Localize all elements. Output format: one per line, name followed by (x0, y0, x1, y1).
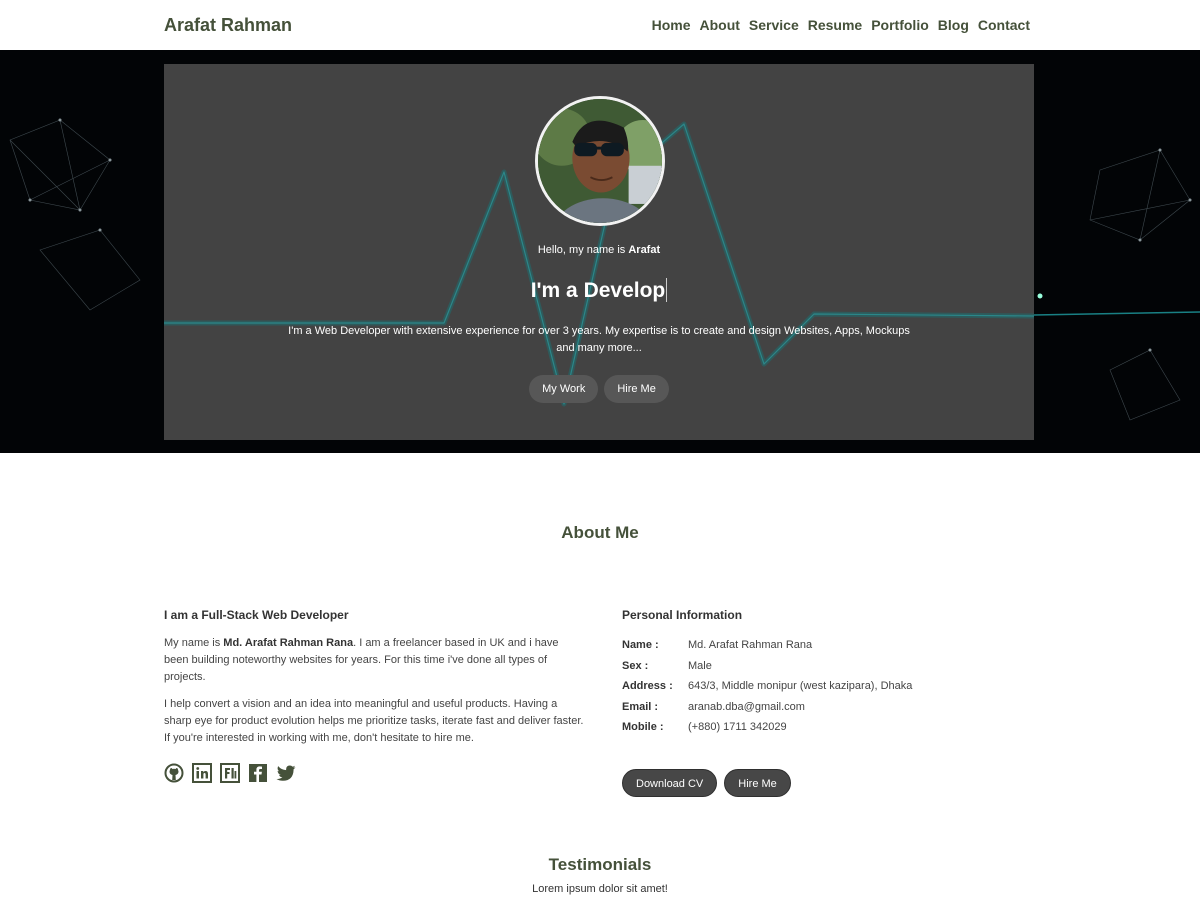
my-work-button[interactable]: My Work (529, 375, 599, 403)
nav-home-link[interactable]: Home (652, 17, 691, 33)
bio-heading: I am a Full-Stack Web Developer (164, 608, 349, 622)
brand-logo-text[interactable]: Arafat Rahman (164, 15, 292, 36)
typed-role-text: I'm a Develop (530, 279, 666, 302)
hero-intro-text: I'm a Web Developer with extensive exper… (288, 325, 910, 354)
info-value: 643/3, Middle monipur (west kazipara), D… (688, 680, 913, 692)
info-key: Name : (622, 639, 659, 651)
nav-contact-link[interactable]: Contact (978, 17, 1030, 33)
bio-paragraph-1: My name is Md. Arafat Rahman Rana. I am … (164, 635, 584, 686)
hero-buttons: My Work Hire Me (164, 375, 1034, 403)
info-row-address: Address : 643/3, Middle monipur (west ka… (622, 676, 1022, 697)
hero-hire-me-button[interactable]: Hire Me (604, 375, 669, 403)
info-key: Sex : (622, 659, 649, 672)
hero-greeting: Hello, my name is Arafat (164, 244, 1034, 256)
hero-card: Hello, my name is Arafat I'm a Develop I… (164, 64, 1034, 440)
about-cta-buttons: Download CV Hire Me (622, 768, 1022, 797)
bio-p1-name: Md. Arafat Rahman Rana (223, 637, 354, 649)
info-value: Male (688, 659, 712, 672)
info-key: Mobile : (622, 721, 664, 733)
info-row-email: Email : aranab.dba@gmail.com (622, 697, 1022, 718)
typing-cursor (666, 278, 668, 302)
personal-info-heading: Personal Information (622, 608, 743, 622)
testimonials-subtitle: Lorem ipsum dolor sit amet! (532, 883, 668, 895)
info-row-name: Name : Md. Arafat Rahman Rana (622, 635, 1022, 656)
about-bio-column: I am a Full-Stack Web Developer My name … (164, 608, 584, 783)
hero-section: Hello, my name is Arafat I'm a Develop I… (0, 50, 1200, 453)
info-value: (+880) 1711 342029 (688, 721, 787, 733)
main-nav: Home About Service Resume Portfolio Blog… (652, 17, 1030, 33)
greeting-prefix: Hello, my name is (537, 244, 629, 256)
download-cv-button[interactable]: Download CV (622, 768, 718, 797)
info-key: Email : (622, 700, 659, 713)
profile-avatar (535, 96, 665, 226)
info-row-sex: Sex : Male (622, 656, 1022, 677)
top-navbar: Arafat Rahman Home About Service Resume … (0, 0, 1200, 50)
hero-typed-role: I'm a Develop (164, 278, 1034, 303)
twitter-icon[interactable] (276, 763, 296, 783)
greeting-name: Arafat (628, 244, 661, 256)
nav-portfolio-link[interactable]: Portfolio (871, 17, 929, 33)
personal-info-list: Name : Md. Arafat Rahman Rana Sex : Male… (622, 635, 1022, 738)
personal-info-column: Personal Information Name : Md. Arafat R… (622, 608, 1022, 797)
nav-service-link[interactable]: Service (749, 17, 799, 33)
social-links (164, 763, 584, 783)
linkedin-icon[interactable] (192, 763, 212, 783)
freelancer-icon[interactable] (220, 763, 240, 783)
github-icon[interactable] (164, 763, 184, 783)
facebook-icon[interactable] (248, 763, 268, 783)
about-hire-me-button[interactable]: Hire Me (724, 768, 791, 797)
bio-paragraph-2: I help convert a vision and an idea into… (164, 698, 584, 744)
bio-p1-prefix: My name is (164, 637, 224, 649)
info-value: Md. Arafat Rahman Rana (688, 639, 813, 651)
info-row-mobile: Mobile : (+880) 1711 342029 (622, 717, 1022, 738)
info-key: Address : (622, 680, 673, 692)
nav-resume-link[interactable]: Resume (808, 17, 862, 33)
about-section-title: About Me (561, 523, 639, 542)
testimonials-title: Testimonials (548, 855, 652, 874)
nav-blog-link[interactable]: Blog (938, 17, 969, 33)
nav-about-link[interactable]: About (699, 17, 739, 33)
info-value: aranab.dba@gmail.com (688, 700, 805, 713)
